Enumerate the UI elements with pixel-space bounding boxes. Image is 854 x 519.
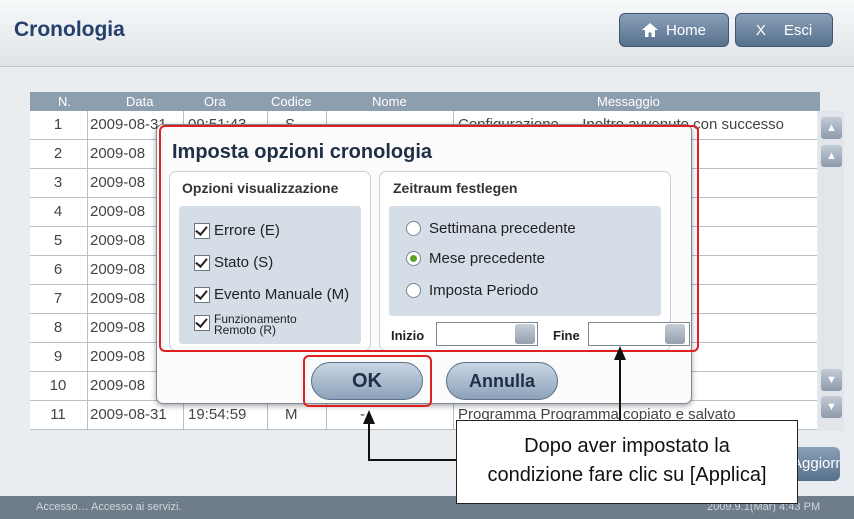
instruction-callout: Dopo aver impostato la condizione fare c… xyxy=(456,420,798,504)
callout-line-2: condizione fare clic su [Applica] xyxy=(487,464,767,486)
arrow-to-ok xyxy=(368,420,456,461)
arrow-to-period-head xyxy=(614,346,626,360)
arrow-to-ok-head xyxy=(363,410,375,424)
callout-line-1: Dopo aver impostato la xyxy=(524,435,730,457)
